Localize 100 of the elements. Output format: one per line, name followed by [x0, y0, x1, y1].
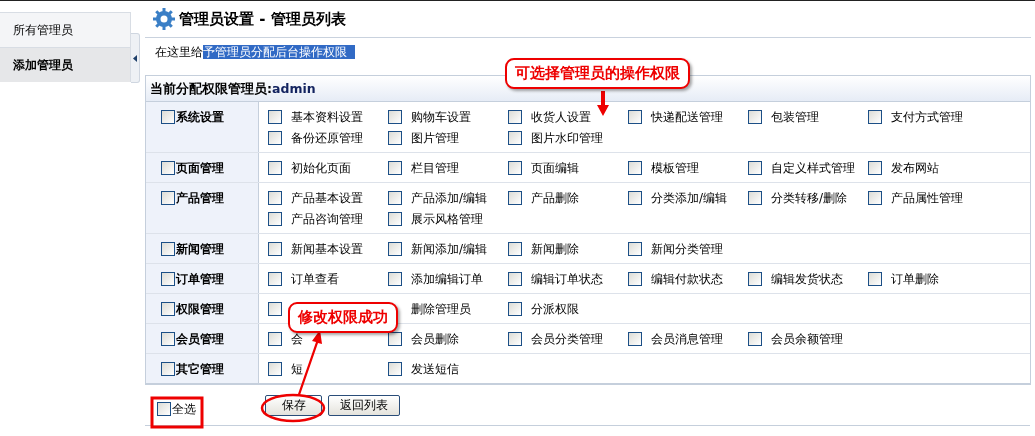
permission-label: 会员余额管理 [771, 332, 843, 346]
checkbox[interactable] [748, 191, 762, 205]
checkbox[interactable] [268, 242, 282, 256]
checkbox[interactable] [868, 110, 882, 124]
checkbox[interactable] [868, 272, 882, 286]
checkbox[interactable] [268, 191, 282, 205]
checkbox[interactable] [388, 161, 402, 175]
checkbox[interactable] [161, 332, 175, 346]
permission-label: 支付方式管理 [891, 110, 963, 124]
permission-label: 产品删除 [531, 191, 579, 205]
gear-icon [153, 8, 175, 30]
permission-label: 会 [291, 332, 303, 346]
checkbox[interactable] [628, 332, 642, 346]
checkbox[interactable] [748, 332, 762, 346]
group-label: 系统设置 [176, 110, 224, 124]
permission-label: 收货人设置 [531, 110, 591, 124]
checkbox[interactable] [868, 191, 882, 205]
checkbox[interactable] [268, 131, 282, 145]
collapse-handle[interactable] [131, 33, 140, 83]
permission-label: 产品添加/编辑 [411, 191, 488, 205]
checkbox[interactable] [748, 110, 762, 124]
permission-label: 栏目管理 [411, 161, 459, 175]
checkbox[interactable] [628, 272, 642, 286]
permission-label: 编辑付款状态 [651, 272, 723, 286]
checkbox[interactable] [748, 161, 762, 175]
checkbox[interactable] [748, 272, 762, 286]
checkbox[interactable] [508, 131, 522, 145]
permission-label: 订单删除 [891, 272, 939, 286]
checkbox[interactable] [388, 131, 402, 145]
checkbox[interactable] [388, 362, 402, 376]
permission-label: 新闻基本设置 [291, 242, 363, 256]
checkbox[interactable] [508, 191, 522, 205]
permission-label: 备份还原管理 [291, 131, 363, 145]
highlight-ellipse [260, 393, 326, 423]
checkbox[interactable] [508, 332, 522, 346]
checkbox[interactable] [157, 402, 171, 416]
checkbox[interactable] [161, 161, 175, 175]
arrow [597, 91, 609, 116]
permission-label: 短 [291, 362, 303, 376]
checkbox[interactable] [268, 161, 282, 175]
permission-label: 模板管理 [651, 161, 699, 175]
permission-label: 自定义样式管理 [771, 161, 855, 175]
back-button[interactable]: 返回列表 [328, 394, 400, 416]
checkbox[interactable] [388, 242, 402, 256]
checkbox[interactable] [268, 272, 282, 286]
checkbox[interactable] [628, 110, 642, 124]
callout-note: 修改权限成功 [288, 302, 398, 333]
permission-label: 包装管理 [771, 110, 819, 124]
sidebar-item[interactable]: 添加管理员 [0, 47, 131, 82]
checkbox[interactable] [628, 242, 642, 256]
checkbox[interactable] [388, 332, 402, 346]
permission-label: 新闻添加/编辑 [411, 242, 488, 256]
permission-label: 产品基本设置 [291, 191, 363, 205]
permission-label: 展示风格管理 [411, 212, 483, 226]
checkbox[interactable] [508, 242, 522, 256]
checkbox[interactable] [268, 212, 282, 226]
group-label: 产品管理 [176, 191, 224, 205]
caret-icon [133, 54, 137, 62]
checkbox[interactable] [508, 110, 522, 124]
permission-label: 编辑订单状态 [531, 272, 603, 286]
group-label: 订单管理 [176, 272, 224, 286]
group-label: 新闻管理 [176, 242, 224, 256]
checkbox[interactable] [388, 212, 402, 226]
checkbox[interactable] [628, 191, 642, 205]
checkbox[interactable] [268, 362, 282, 376]
checkbox[interactable] [268, 332, 282, 346]
permission-label: 基本资料设置 [291, 110, 363, 124]
checkbox[interactable] [868, 161, 882, 175]
permission-label: 页面编辑 [531, 161, 579, 175]
checkbox[interactable] [161, 242, 175, 256]
checkbox[interactable] [508, 161, 522, 175]
permission-label: 添加编辑订单 [411, 272, 483, 286]
permission-label: 会员删除 [411, 332, 459, 346]
permission-label: 订单查看 [291, 272, 339, 286]
checkbox[interactable] [508, 302, 522, 316]
permission-label: 初始化页面 [291, 161, 351, 175]
intro-text: 在这里给予管理员分配后台操作权限 [155, 44, 355, 61]
group-label: 会员管理 [176, 332, 224, 346]
checkbox[interactable] [268, 302, 282, 316]
sidebar-item[interactable]: 所有管理员 [0, 12, 131, 47]
checkbox[interactable] [161, 191, 175, 205]
checkbox[interactable] [268, 110, 282, 124]
checkbox[interactable] [161, 110, 175, 124]
group-label: 页面管理 [176, 161, 224, 175]
group-label: 权限管理 [176, 302, 224, 316]
checkbox[interactable] [628, 161, 642, 175]
checkbox[interactable] [508, 272, 522, 286]
permission-label: 产品咨询管理 [291, 212, 363, 226]
permission-label: 分类添加/编辑 [651, 191, 728, 205]
group-label: 其它管理 [176, 362, 224, 376]
checkbox[interactable] [161, 362, 175, 376]
permission-label: 新闻分类管理 [651, 242, 723, 256]
page-title: 管理员设置 - 管理员列表 [179, 9, 346, 29]
checkbox[interactable] [388, 191, 402, 205]
permission-label: 发送短信 [411, 362, 459, 376]
checkbox[interactable] [388, 272, 402, 286]
permission-label: 会员分类管理 [531, 332, 603, 346]
checkbox[interactable] [161, 302, 175, 316]
checkbox[interactable] [388, 110, 402, 124]
checkbox[interactable] [161, 272, 175, 286]
